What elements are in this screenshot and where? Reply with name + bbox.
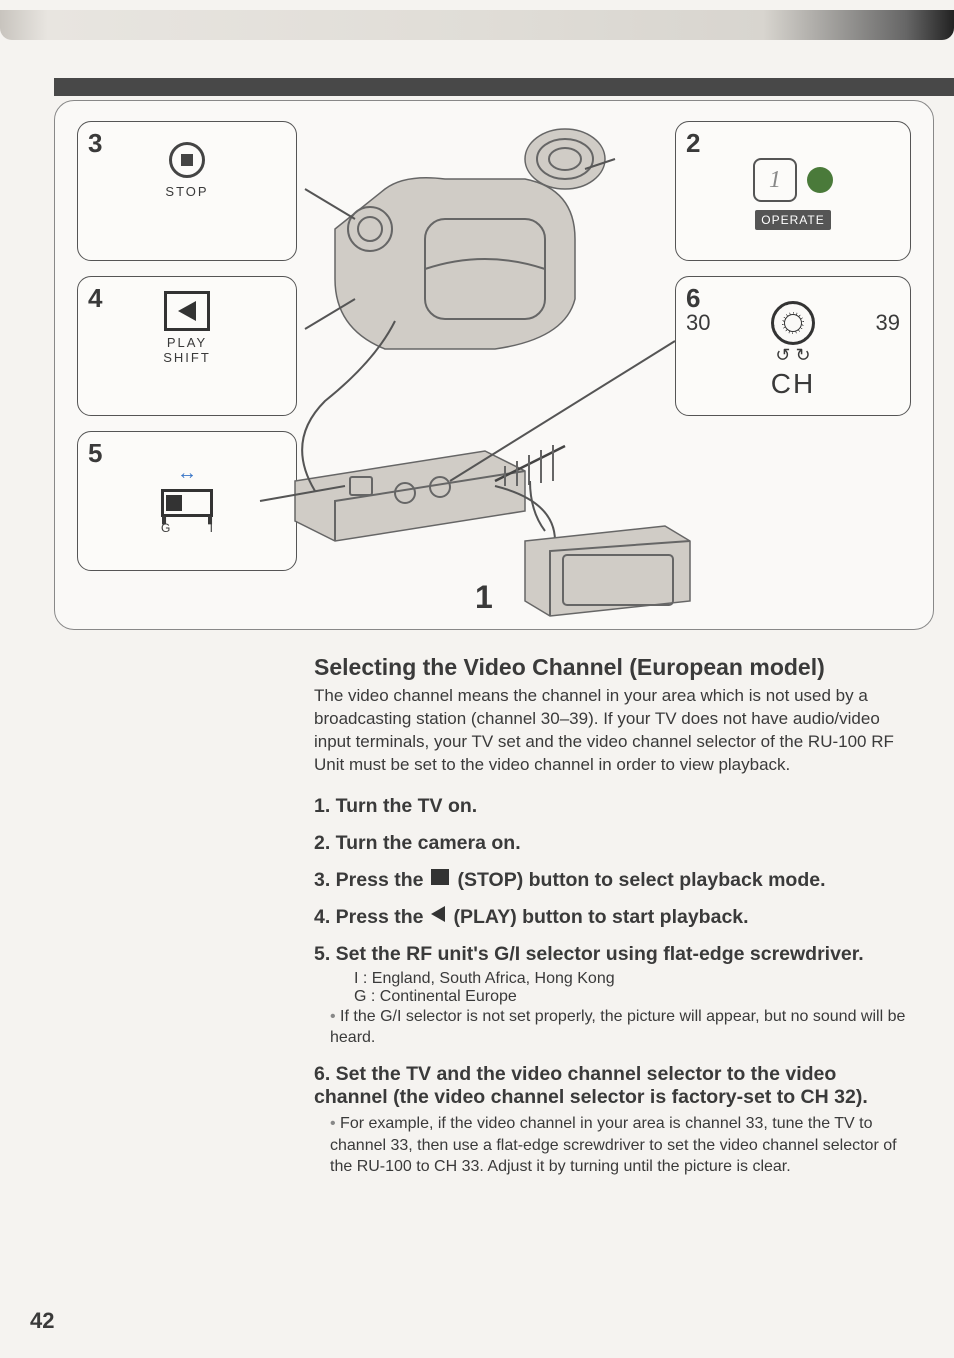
page-top-edge bbox=[0, 10, 954, 40]
ch-max: 39 bbox=[876, 310, 900, 336]
instruction-text: Selecting the Video Channel (European mo… bbox=[314, 654, 934, 1178]
callout-2-operate: 2 1 OPERATE bbox=[675, 121, 911, 261]
stop-square-icon bbox=[431, 869, 449, 885]
step-5-note: If the G/I selector is not set properly,… bbox=[330, 1006, 914, 1049]
step-5-i: I : England, South Africa, Hong Kong bbox=[354, 970, 914, 988]
step-4: 4. Press the (PLAY) button to start play… bbox=[314, 906, 914, 929]
diagram-step-1-label: 1 bbox=[475, 579, 493, 616]
step-5: 5. Set the RF unit's G/I selector using … bbox=[314, 943, 914, 966]
setup-diagram: 3 STOP 4 PLAY SHIFT 5 ↔ G I ▮ ▮ bbox=[54, 100, 934, 630]
play-triangle-icon bbox=[431, 906, 445, 922]
step-2: 2. Turn the camera on. bbox=[314, 832, 914, 855]
step-5-g: G : Continental Europe bbox=[354, 988, 914, 1006]
header-rule bbox=[54, 78, 954, 96]
callout-4-play: 4 PLAY SHIFT bbox=[77, 276, 297, 416]
tick-mark: ▮ bbox=[161, 513, 167, 526]
stop-icon bbox=[169, 142, 205, 178]
stop-label: STOP bbox=[88, 184, 286, 199]
step-6: 6. Set the TV and the video channel sele… bbox=[314, 1063, 914, 1109]
ch-label: CH bbox=[686, 368, 900, 400]
tick-mark: ▮ bbox=[207, 513, 213, 526]
rotate-arrow-icon: ↺ ↻ bbox=[686, 345, 900, 366]
camcorder-illustration bbox=[315, 119, 625, 399]
page-content: 3 STOP 4 PLAY SHIFT 5 ↔ G I ▮ ▮ bbox=[54, 100, 934, 1338]
page-number: 42 bbox=[30, 1308, 54, 1334]
callout-number: 5 bbox=[88, 438, 102, 469]
tv-illustration bbox=[515, 521, 695, 621]
callout-3-stop: 3 STOP bbox=[77, 121, 297, 261]
play-icon bbox=[164, 291, 210, 331]
callout-number: 4 bbox=[88, 283, 102, 314]
callout-number: 6 bbox=[686, 283, 700, 314]
play-label: PLAY bbox=[88, 335, 286, 350]
shift-label: SHIFT bbox=[88, 350, 286, 365]
step-6-note: For example, if the video channel in you… bbox=[330, 1113, 914, 1178]
section-title: Selecting the Video Channel (European mo… bbox=[314, 654, 914, 681]
power-led-icon bbox=[807, 167, 833, 193]
antenna-icon bbox=[485, 431, 575, 491]
mode-dial-1: 1 bbox=[753, 158, 797, 202]
intro-paragraph: The video channel means the channel in y… bbox=[314, 685, 914, 777]
callout-number: 3 bbox=[88, 128, 102, 159]
callout-number: 2 bbox=[686, 128, 700, 159]
callout-6-channel-selector: 6 30 39 ↺ ↻ CH bbox=[675, 276, 911, 416]
operate-badge: OPERATE bbox=[755, 210, 830, 230]
step-1: 1. Turn the TV on. bbox=[314, 795, 914, 818]
channel-dial-icon bbox=[771, 301, 815, 345]
step-3: 3. Press the (STOP) button to select pla… bbox=[314, 869, 914, 892]
